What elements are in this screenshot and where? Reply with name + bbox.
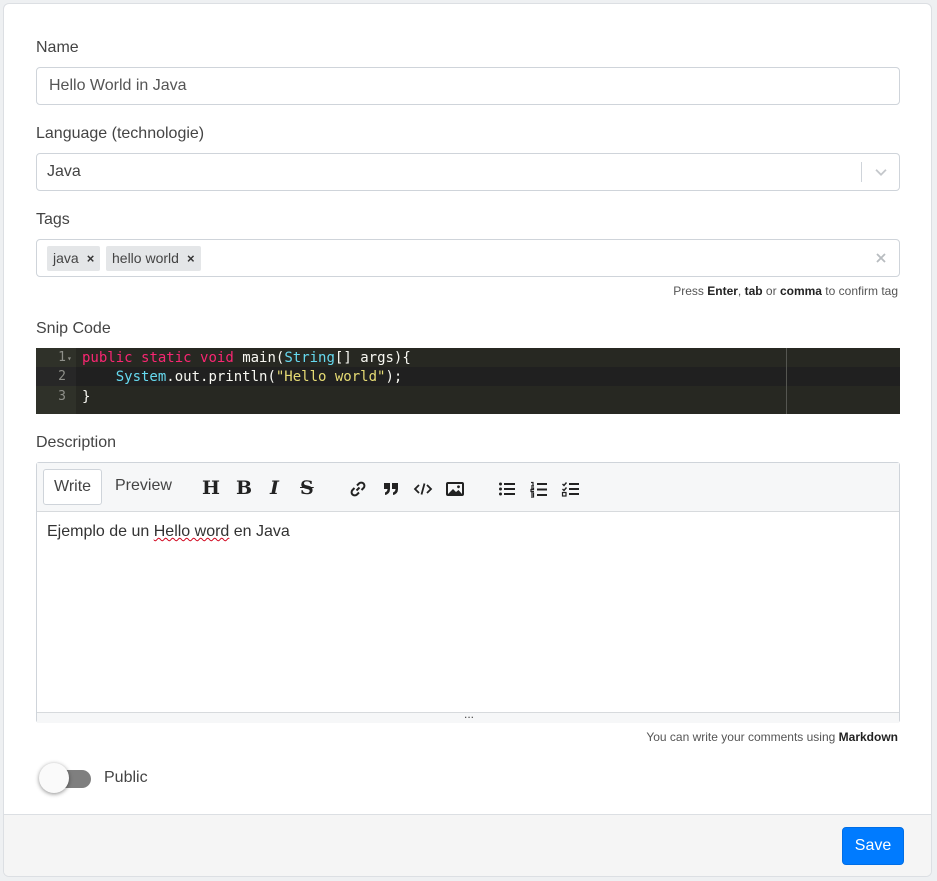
public-label: Public xyxy=(104,769,148,786)
tags-label: Tags xyxy=(36,211,70,228)
bold-icon[interactable]: B xyxy=(236,477,252,499)
quote-icon[interactable] xyxy=(381,479,401,499)
card-footer: Save xyxy=(4,814,931,876)
drag-dots-icon: ... xyxy=(464,707,475,721)
markdown-link[interactable]: Markdown xyxy=(839,730,898,744)
tags-input[interactable]: java × hello world × xyxy=(36,239,900,277)
code-label: Snip Code xyxy=(36,320,111,337)
language-select[interactable]: Java xyxy=(36,153,900,191)
code-line: public static void main(String[] args){ xyxy=(82,350,411,366)
image-icon[interactable] xyxy=(445,479,465,499)
tags-hint: Press Enter, tab or comma to confirm tag xyxy=(673,284,898,298)
language-selected-value: Java xyxy=(47,163,81,180)
name-label: Name xyxy=(36,39,79,56)
editor-toolbar: Write Preview H B I S xyxy=(37,463,899,512)
code-icon[interactable] xyxy=(413,479,433,499)
line-number: 1 xyxy=(58,350,66,365)
description-label: Description xyxy=(36,434,117,451)
public-toggle[interactable] xyxy=(39,763,91,793)
chevron-down-icon[interactable] xyxy=(872,163,890,181)
markdown-editor: Write Preview H B I S Ejemplo de un Hell… xyxy=(36,462,900,723)
name-input[interactable] xyxy=(36,67,900,105)
strikethrough-icon[interactable]: S xyxy=(300,477,314,499)
close-icon[interactable]: × xyxy=(87,251,95,266)
heading-icon[interactable]: H xyxy=(202,477,220,499)
code-editor[interactable]: 1 ▾ 2 3 public static void main(String[]… xyxy=(36,348,900,414)
fold-arrow-icon[interactable]: ▾ xyxy=(67,354,72,363)
italic-icon[interactable]: I xyxy=(270,477,279,499)
toggle-knob xyxy=(39,763,69,793)
clear-icon[interactable] xyxy=(873,250,889,266)
language-label: Language (technologie) xyxy=(36,125,205,142)
code-line: } xyxy=(82,389,91,405)
tab-preview[interactable]: Preview xyxy=(105,469,182,505)
line-number: 2 xyxy=(58,369,66,384)
select-separator xyxy=(861,162,862,182)
code-line: System.out.println("Hello world"); xyxy=(115,369,403,385)
misspelled-word: Hello word xyxy=(153,523,230,540)
bulleted-list-icon[interactable] xyxy=(497,479,517,499)
snippet-form-card: Name Language (technologie) Java Tags ja… xyxy=(3,3,932,877)
line-number: 3 xyxy=(58,389,66,404)
markdown-hint: You can write your comments using Markdo… xyxy=(646,730,898,744)
tag-chip: hello world × xyxy=(106,246,201,271)
resize-handle[interactable]: ... xyxy=(37,707,899,723)
tag-label: java xyxy=(53,250,79,266)
link-icon[interactable] xyxy=(348,479,368,499)
tab-write[interactable]: Write xyxy=(43,469,103,505)
tag-chip: java × xyxy=(47,246,101,271)
description-textarea[interactable]: Ejemplo de un Hello word en Java xyxy=(47,523,290,541)
task-list-icon[interactable] xyxy=(561,479,581,499)
save-button[interactable]: Save xyxy=(842,827,904,865)
print-margin xyxy=(786,348,787,414)
close-icon[interactable]: × xyxy=(187,251,195,266)
numbered-list-icon[interactable] xyxy=(529,479,549,499)
tag-label: hello world xyxy=(112,250,179,266)
